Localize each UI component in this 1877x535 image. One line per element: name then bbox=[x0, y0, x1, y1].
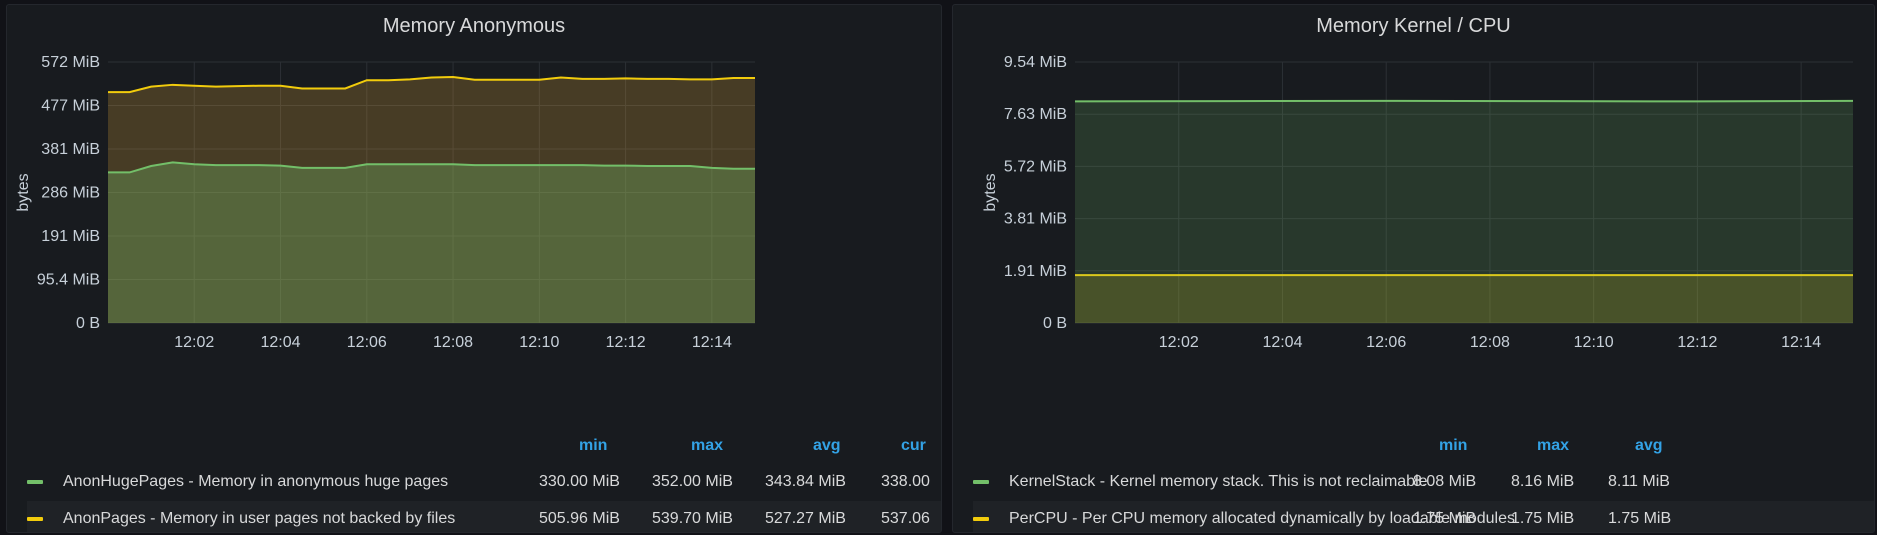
x-tick-label: 12:02 bbox=[174, 334, 214, 351]
x-tick-label: 12:14 bbox=[1781, 334, 1821, 351]
y-axis-label: bytes bbox=[15, 173, 32, 211]
legend-item-anonhugepages[interactable]: AnonHugePages - Memory in anonymous huge… bbox=[27, 464, 941, 500]
y-tick-label: 191 MiB bbox=[41, 228, 100, 245]
x-tick-label: 12:14 bbox=[692, 334, 732, 351]
legend-cur-value: 338.00 bbox=[881, 473, 930, 490]
series-area bbox=[1075, 100, 1853, 323]
x-tick-label: 12:08 bbox=[433, 334, 473, 351]
legend-max-value: 1.75 MiB bbox=[1511, 510, 1575, 527]
y-tick-label: 0 B bbox=[76, 315, 100, 332]
memory-kernel-cpu-panel: Memory Kernel / CPU 0 B 1.91 MiB 3.81 MiB 5… bbox=[952, 4, 1875, 533]
legend-header-max[interactable]: max bbox=[691, 437, 723, 455]
legend-color-swatch[interactable] bbox=[973, 517, 989, 521]
legend-avg-value: 343.84 MiB bbox=[765, 473, 846, 490]
x-tick-label: 12:12 bbox=[1677, 334, 1717, 351]
legend-avg-value: 527.27 MiB bbox=[765, 510, 846, 527]
y-axis-label: bytes bbox=[982, 173, 999, 211]
legend-series-name[interactable]: AnonPages - Memory in user pages not bac… bbox=[63, 501, 455, 532]
memory-anonymous-chart[interactable]: 0 B 95.4 MiB 191 MiB 286 MiB 381 MiB 477 MiB 5… bbox=[7, 5, 941, 405]
x-tick-label: 12:02 bbox=[1159, 334, 1199, 351]
legend-series-name[interactable]: KernelStack - Kernel memory stack. This … bbox=[1009, 464, 1428, 500]
legend-max-value: 539.70 MiB bbox=[652, 510, 733, 527]
legend-avg-value: 1.75 MiB bbox=[1608, 510, 1672, 527]
legend-max-value: 8.16 MiB bbox=[1511, 473, 1575, 490]
x-tick-label: 12:10 bbox=[1574, 334, 1614, 351]
y-tick-label: 1.91 MiB bbox=[1004, 263, 1067, 280]
legend-header-max[interactable]: max bbox=[1537, 437, 1569, 455]
y-tick-label: 3.81 MiB bbox=[1004, 211, 1067, 228]
x-tick-label: 12:08 bbox=[1470, 334, 1510, 351]
legend-header-min[interactable]: min bbox=[579, 437, 607, 455]
legend-min-value: 505.96 MiB bbox=[539, 510, 620, 527]
legend-item-percpu[interactable]: PerCPU - Per CPU memory allocated dynami… bbox=[973, 501, 1874, 532]
legend-avg-value: 8.11 MiB bbox=[1608, 473, 1670, 490]
series-area bbox=[108, 162, 755, 323]
legend-header-cur[interactable]: cur bbox=[901, 437, 926, 455]
legend-color-swatch[interactable] bbox=[973, 480, 989, 484]
y-tick-label: 381 MiB bbox=[41, 141, 100, 158]
x-tick-label: 12:06 bbox=[1366, 334, 1406, 351]
x-tick-label: 12:04 bbox=[1262, 334, 1302, 351]
legend-item-kernelstack[interactable]: KernelStack - Kernel memory stack. This … bbox=[973, 464, 1874, 500]
y-tick-label: 95.4 MiB bbox=[37, 272, 100, 289]
y-tick-label: 0 B bbox=[1043, 315, 1067, 332]
x-tick-label: 12:06 bbox=[347, 334, 387, 351]
legend-header-avg[interactable]: avg bbox=[813, 437, 841, 455]
legend-header-min[interactable]: min bbox=[1439, 437, 1467, 455]
memory-kernel-cpu-chart[interactable]: 0 B 1.91 MiB 3.81 MiB 5.72 MiB 7.63 MiB 9.54 … bbox=[953, 5, 1874, 405]
memory-anonymous-panel: Memory Anonymous 0 B 95.4 MiB 191 MiB 286 M… bbox=[6, 4, 942, 533]
y-tick-label: 477 MiB bbox=[41, 98, 100, 115]
legend-min-value: 1.75 MiB bbox=[1413, 510, 1477, 527]
x-tick-label: 12:10 bbox=[519, 334, 559, 351]
legend-item-anonpages[interactable]: AnonPages - Memory in user pages not bac… bbox=[27, 501, 941, 532]
legend-color-swatch[interactable] bbox=[27, 480, 43, 484]
x-tick-label: 12:12 bbox=[606, 334, 646, 351]
series-line bbox=[1074, 99, 1854, 103]
y-tick-label: 9.54 MiB bbox=[1004, 54, 1067, 71]
y-tick-label: 5.72 MiB bbox=[1004, 158, 1067, 175]
legend-min-value: 8.08 MiB bbox=[1413, 473, 1477, 490]
y-tick-label: 572 MiB bbox=[41, 54, 100, 71]
y-tick-label: 7.63 MiB bbox=[1004, 106, 1067, 123]
legend-color-swatch[interactable] bbox=[27, 517, 43, 521]
legend-header-avg[interactable]: avg bbox=[1635, 437, 1663, 455]
legend-cur-value: 537.06 bbox=[881, 510, 930, 527]
legend-series-name[interactable]: AnonHugePages - Memory in anonymous huge… bbox=[63, 464, 448, 500]
legend-max-value: 352.00 MiB bbox=[652, 473, 733, 490]
y-tick-label: 286 MiB bbox=[41, 185, 100, 202]
legend-min-value: 330.00 MiB bbox=[539, 473, 620, 490]
x-tick-label: 12:04 bbox=[261, 334, 301, 351]
